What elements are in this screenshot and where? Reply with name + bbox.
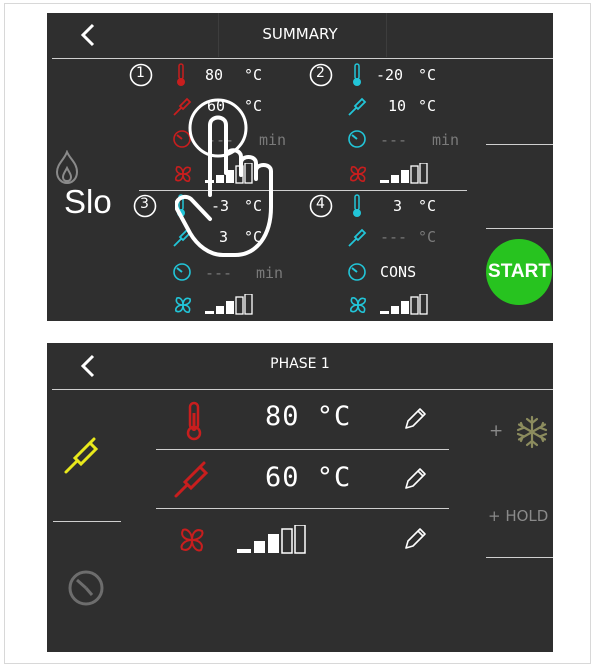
fan-speed-bars[interactable] [237,525,309,555]
probe-icon [348,97,367,116]
fan-speed-bars [380,294,428,315]
phase2-probe: 10 [388,97,407,115]
phase4-time: CONS [380,263,417,281]
phase2-temp-unit: °C [418,66,437,84]
tap-hand-icon [175,98,273,257]
phase-number: 4 [316,196,325,212]
phase-number: 2 [316,65,325,81]
phase2-probe-unit: °C [418,97,437,115]
header-underline [52,389,553,390]
phase2-time: --- [380,131,408,149]
flame-icon [56,150,78,184]
phase2-temp: -20 [376,66,404,84]
phase-screen: PHASE 1 80 °C 60 °C + + HOLD [47,343,553,652]
phase-number: 1 [136,65,145,81]
header-underline [52,58,553,59]
right-divider [486,228,553,229]
program-name-partial: Slo [64,183,112,220]
left-divider [53,521,121,522]
timer-icon[interactable] [67,569,105,607]
probe-value: 60 °C [265,462,352,493]
probe-icon[interactable] [63,436,103,476]
phase4-temp: 3 [393,197,403,215]
phase2-time-unit: min [432,131,460,149]
phase4-probe-unit: °C [418,228,437,246]
pencil-icon[interactable] [402,406,428,432]
timer-icon [348,130,366,148]
fan-icon [350,297,366,313]
phase-number: 3 [140,196,149,212]
pencil-icon[interactable] [402,466,428,492]
thermometer-icon [353,194,361,217]
row-divider [156,449,449,450]
probe-icon [348,228,367,247]
right-divider [486,144,553,145]
thermometer-icon [186,401,202,441]
phase1-temp-unit: °C [244,66,263,84]
timer-icon [348,263,366,281]
phase3-time-unit: min [256,264,284,282]
start-button[interactable]: START [486,239,552,305]
phase3-time: --- [205,264,233,282]
thermometer-icon [353,63,361,86]
phase4-temp-unit: °C [418,197,437,215]
summary-screen: SUMMARY Slo START 1 80 °C 60 °C --- min [47,13,553,321]
fan-speed-bars [380,163,428,184]
temperature-value: 80 °C [265,401,352,432]
add-hold-button[interactable]: + HOLD [488,507,548,525]
fan-icon [180,528,204,552]
row-divider [156,508,449,509]
phase1-temp: 80 [205,66,224,84]
page-title: PHASE 1 [270,356,330,372]
fan-icon [350,166,366,182]
phase4-probe: --- [380,228,408,246]
thermometer-icon [177,63,185,86]
pencil-icon[interactable] [402,526,428,552]
add-freeze-label[interactable]: + [489,421,503,441]
snowflake-icon[interactable] [515,415,549,449]
right-divider [486,557,553,558]
timer-icon [173,263,191,281]
fan-icon [175,297,191,313]
probe-icon [174,461,209,498]
fan-speed-bars [205,294,253,315]
page-title: SUMMARY [262,25,338,43]
